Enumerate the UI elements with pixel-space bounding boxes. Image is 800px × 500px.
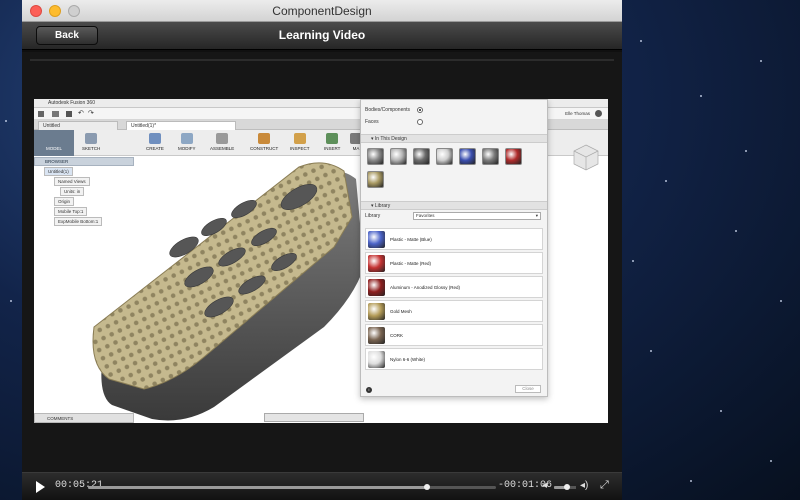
volume-high-icon: ◂) (580, 480, 589, 491)
dialog-close-button: Close (515, 385, 541, 393)
fullscreen-icon[interactable]: ⤢ (600, 479, 609, 492)
material-name: Plastic - Matte (Blue) (390, 237, 432, 242)
window-title: ComponentDesign (272, 4, 372, 18)
video-area[interactable]: Autodesk Fusion 360 ↶ ↷ Elle Thomas Unti… (22, 52, 622, 472)
material-name: Nylon 6-6 (White) (390, 357, 426, 362)
material-name: Gold Mesh (390, 309, 412, 314)
design-material-swatch (390, 148, 407, 165)
title-bar: ComponentDesign (22, 0, 622, 22)
grid-icon (38, 111, 44, 117)
ribbon-modify: MODIFY (178, 133, 196, 151)
browser-item: Mobile Top:1 (34, 206, 134, 216)
material-thumbnail (368, 231, 385, 248)
faces-radio (417, 119, 423, 125)
video-divider (30, 59, 614, 61)
material-item: CORK (365, 324, 543, 346)
ribbon-create: CREATE (146, 133, 164, 151)
volume-knob[interactable] (564, 484, 571, 490)
user-name: Elle Thomas (565, 111, 590, 116)
ribbon-assemble: ASSEMBLE (210, 133, 234, 151)
in-this-design-header: ▾ In This Design (361, 134, 547, 143)
material-item: Plastic - Matte (Red) (365, 252, 543, 274)
tab-untitled-1: Untitled(1)* (126, 121, 236, 130)
design-material-swatch (436, 148, 453, 165)
app-window: ComponentDesign Back Learning Video Auto… (22, 0, 622, 500)
browser-root: Untitled(1) (34, 166, 134, 176)
browser-item: ExpMobile Bottom:1 (34, 216, 134, 226)
material-thumbnail (368, 303, 385, 320)
material-name: CORK (390, 333, 404, 338)
browser-item: Named Views (34, 176, 134, 186)
library-label: Library (365, 213, 381, 219)
design-material-swatch (413, 148, 430, 165)
material-thumbnail (368, 327, 385, 344)
bodies-components-radio (417, 107, 423, 113)
browser-panel: BROWSER Untitled(1) Named Views Units: i… (34, 157, 134, 423)
design-material-swatch (459, 148, 476, 165)
browser-header: BROWSER (34, 157, 134, 166)
material-name: Aluminum - Anodized Glossy (Red) (390, 285, 461, 290)
ribbon-construct: CONSTRUCT (250, 133, 278, 151)
material-thumbnail (368, 279, 385, 296)
page-title: Learning Video (278, 28, 366, 42)
material-item: Gold Mesh (365, 300, 543, 322)
volume-low-icon: ◂ (542, 480, 548, 491)
file-icon (52, 111, 59, 117)
library-header: ▾ Library (361, 201, 547, 210)
redo-icon: ↷ (88, 110, 94, 117)
material-item: Nylon 6-6 (White) (365, 348, 543, 370)
volume-slider[interactable] (554, 484, 576, 490)
apply-to-bodies-label: Bodies/Components (365, 107, 411, 113)
navigation-toolbar (264, 413, 364, 422)
browser-item: Origin (34, 196, 134, 206)
material-name: Plastic - Matte (Red) (390, 261, 432, 266)
save-icon (66, 111, 72, 117)
design-material-swatch (367, 148, 384, 165)
navigation-bar: Back Learning Video (22, 22, 622, 50)
design-material-swatch (482, 148, 499, 165)
viewcube-icon (573, 144, 599, 171)
design-material-swatch (367, 171, 384, 188)
ribbon-insert: INSERT (324, 133, 340, 151)
ribbon-inspect: INSPECT (290, 133, 310, 151)
comments-panel: COMMENTS (34, 413, 134, 423)
progress-knob[interactable] (423, 484, 430, 490)
apply-to-faces-label: Faces (365, 119, 379, 125)
undo-icon: ↶ (78, 110, 84, 117)
material-item: Plastic - Matte (Blue) (365, 228, 543, 250)
ribbon-sketch: SKETCH (82, 133, 100, 151)
progress-scrubber[interactable] (88, 484, 496, 490)
design-material-swatch (505, 148, 522, 165)
library-select: Favorites ▾ (413, 212, 541, 220)
material-thumbnail (368, 255, 385, 272)
tab-untitled: Untitled (38, 121, 118, 130)
info-icon: i (366, 387, 372, 393)
video-player-controls: 00:05:21 -00:01:06 ◂ ◂) ⤢ (22, 472, 622, 500)
material-item: Aluminum - Anodized Glossy (Red) (365, 276, 543, 298)
material-thumbnail (368, 351, 385, 368)
play-button[interactable] (36, 481, 45, 493)
progress-fill (88, 486, 427, 489)
fusion-screenshot: Autodesk Fusion 360 ↶ ↷ Elle Thomas Unti… (34, 99, 608, 423)
help-icon (595, 110, 602, 117)
material-browser-panel: Bodies/Components Faces ▾ In This Design… (360, 99, 548, 397)
browser-item: Units: in (34, 186, 134, 196)
model-workspace: MODEL (34, 130, 74, 156)
